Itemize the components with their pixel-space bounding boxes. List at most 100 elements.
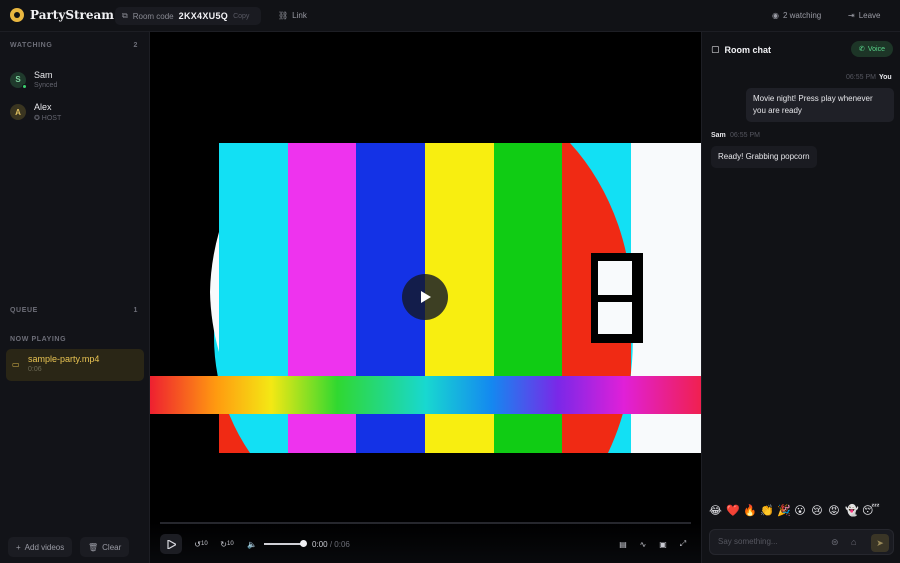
play-icon bbox=[421, 291, 431, 303]
skip-back-label: 10 bbox=[201, 541, 208, 547]
stats-button[interactable]: ∿ bbox=[636, 534, 650, 554]
logo-icon bbox=[10, 8, 24, 22]
room-code-chip[interactable]: ⧉ Room code 2KX4XU5Q Copy bbox=[115, 7, 261, 25]
avatar: S bbox=[10, 71, 27, 89]
watching-section-header: WATCHING 2 bbox=[10, 42, 138, 49]
leave-button[interactable]: ⇥ Leave bbox=[848, 11, 881, 20]
emoji-button[interactable]: 👏 bbox=[760, 504, 774, 517]
watching-title: WATCHING bbox=[10, 42, 53, 49]
copy-link-button[interactable]: ⛓ Link bbox=[278, 11, 307, 20]
emoji-button[interactable]: 😢 bbox=[811, 504, 823, 517]
watching-label: 2 watching bbox=[782, 11, 822, 20]
digital-counter bbox=[591, 253, 643, 343]
avatar: A bbox=[10, 104, 26, 120]
time-display: 0:00 / 0:06 bbox=[312, 540, 350, 549]
chat-bubble-icon: ▢ bbox=[711, 44, 720, 54]
viewer-name: Sam bbox=[34, 70, 53, 80]
rewind-icon: ↺ bbox=[194, 539, 201, 549]
trash-icon: 🗑 bbox=[88, 542, 99, 552]
video-file-icon: ▭ bbox=[12, 360, 20, 369]
total-time: 0:06 bbox=[334, 540, 350, 549]
room-code-value: 2KX4XU5Q bbox=[178, 11, 229, 21]
play-button[interactable] bbox=[160, 534, 182, 554]
phone-icon: ✆ bbox=[859, 46, 865, 53]
queue-count: 1 bbox=[133, 307, 138, 314]
add-videos-button[interactable]: + Add videos bbox=[8, 537, 73, 557]
emoji-button[interactable]: 👻 bbox=[845, 504, 859, 517]
message-time: 06:55 PM bbox=[846, 74, 876, 81]
pip-icon: ▣ bbox=[659, 539, 667, 549]
voice-label: Voice bbox=[867, 45, 885, 53]
watching-indicator: ◉ 2 watching bbox=[772, 11, 821, 20]
avatar-initial: S bbox=[15, 75, 21, 84]
copy-label[interactable]: Copy bbox=[233, 13, 249, 20]
chat-message-own: Movie night! Press play whenever you are… bbox=[746, 88, 894, 122]
message-author: Sam bbox=[711, 132, 726, 139]
clear-queue-button[interactable]: 🗑 Clear bbox=[80, 537, 130, 557]
link-icon: ⛓ bbox=[278, 11, 289, 20]
image-icon[interactable]: ⌂ bbox=[851, 537, 856, 547]
online-status-dot bbox=[22, 83, 27, 89]
message-author: You bbox=[879, 74, 892, 81]
emoji-button[interactable]: 😂 bbox=[709, 504, 722, 517]
now-playing-header: NOW PLAYING bbox=[10, 336, 138, 343]
emoji-button[interactable]: ❤️ bbox=[726, 504, 740, 517]
send-icon: ➤ bbox=[876, 537, 884, 548]
chat-header: ▢ Room chat bbox=[711, 44, 771, 55]
copy-icon: ⧉ bbox=[122, 11, 128, 20]
seek-bar[interactable] bbox=[160, 522, 691, 524]
viewer-status: Synced bbox=[34, 82, 58, 89]
picture-in-picture-button[interactable]: ▣ bbox=[656, 534, 670, 554]
volume-slider-handle[interactable] bbox=[300, 540, 307, 547]
play-icon bbox=[166, 539, 176, 549]
chat-message: Ready! Grabbing popcorn bbox=[711, 146, 817, 168]
room-code-label: Room code bbox=[132, 11, 174, 21]
rainbow-band bbox=[150, 376, 701, 414]
now-playing-filename: sample-party.mp4 bbox=[28, 354, 100, 364]
queue-title: QUEUE bbox=[10, 307, 38, 314]
emoji-reactions: 😂 ❤️ 🔥 👏 🎉 😮 😢 😡 👻 😴 bbox=[709, 504, 880, 517]
viewer-item-alex[interactable]: A Alex ✪ HOST bbox=[10, 102, 61, 122]
emoji-button[interactable]: 😮 bbox=[794, 504, 806, 517]
viewer-status: ✪ HOST bbox=[34, 115, 62, 122]
emoji-button[interactable]: 🔥 bbox=[743, 504, 757, 517]
message-time: 06:55 PM bbox=[730, 132, 760, 139]
leave-label: Leave bbox=[858, 11, 881, 20]
skip-back-button[interactable]: ↺ 10 bbox=[190, 534, 212, 554]
add-videos-label: Add videos bbox=[24, 542, 65, 552]
voice-button[interactable]: ✆ Voice bbox=[851, 41, 893, 57]
file-icon: ▤ bbox=[619, 539, 627, 549]
fullscreen-button[interactable]: ⤢ bbox=[676, 534, 690, 554]
plus-icon: + bbox=[16, 542, 21, 552]
chat-title: Room chat bbox=[724, 44, 772, 55]
viewer-item-sam[interactable]: S Sam Synced bbox=[10, 70, 57, 89]
player-controls: ↺ 10 ↻ 10 🔈 0:00 / 0:06 ▤ ∿ ▣ ⤢ bbox=[150, 522, 701, 563]
chat-input-box: ⊜ ⌂ ➤ bbox=[709, 529, 894, 555]
avatar-initial: A bbox=[15, 107, 21, 117]
forward-icon: ↻ bbox=[220, 539, 227, 549]
now-playing-duration: 0:06 bbox=[28, 366, 42, 373]
clear-label: Clear bbox=[102, 542, 122, 552]
chat-panel: ▢ Room chat ✆ Voice 06:55 PM You Movie n… bbox=[701, 32, 900, 563]
emoji-button[interactable]: 🎉 bbox=[777, 504, 791, 517]
current-time: 0:00 bbox=[312, 540, 328, 549]
app-logo[interactable]: PartyStream bbox=[10, 8, 114, 22]
fullscreen-icon: ⤢ bbox=[679, 539, 687, 548]
subtitles-button[interactable]: ▤ bbox=[616, 534, 630, 554]
volume-button[interactable]: 🔈 bbox=[244, 534, 260, 554]
skip-forward-label: 10 bbox=[227, 541, 234, 547]
skip-forward-button[interactable]: ↻ 10 bbox=[216, 534, 238, 554]
video-player[interactable]: ↺ 10 ↻ 10 🔈 0:00 / 0:06 ▤ ∿ ▣ ⤢ bbox=[150, 32, 701, 563]
gif-icon[interactable]: ⊜ bbox=[831, 537, 839, 548]
send-button[interactable]: ➤ bbox=[871, 534, 889, 552]
chat-input[interactable] bbox=[718, 537, 828, 546]
play-overlay-button[interactable] bbox=[402, 274, 448, 320]
now-playing-item[interactable]: ▭ sample-party.mp4 0:06 bbox=[6, 349, 144, 381]
leave-icon: ⇥ bbox=[848, 11, 855, 20]
emoji-button[interactable]: 😴 bbox=[862, 504, 880, 517]
volume-slider[interactable] bbox=[264, 543, 304, 545]
queue-section-header: QUEUE 1 bbox=[10, 307, 138, 314]
emoji-button[interactable]: 😡 bbox=[828, 504, 840, 517]
now-playing-title: NOW PLAYING bbox=[10, 336, 67, 343]
volume-icon: 🔈 bbox=[247, 539, 257, 549]
